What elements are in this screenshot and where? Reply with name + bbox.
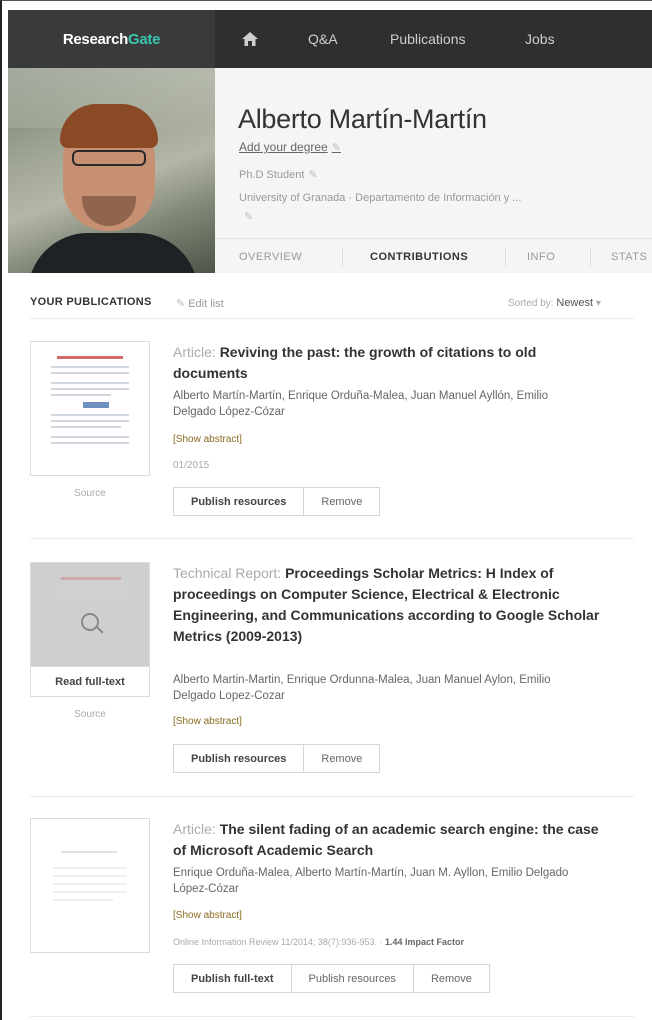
nav-home[interactable] bbox=[242, 10, 258, 68]
divider bbox=[30, 538, 634, 539]
tab-info[interactable]: INFO bbox=[527, 239, 555, 274]
sort-value: Newest bbox=[556, 297, 594, 309]
publication-thumbnail[interactable]: Read full-text bbox=[30, 562, 150, 697]
profile-photo[interactable] bbox=[8, 68, 215, 273]
publication-title[interactable]: Article: Reviving the past: the growth o… bbox=[173, 342, 603, 384]
add-degree-link[interactable]: Add your degree ✎ bbox=[239, 140, 341, 154]
publication-title-text: The silent fading of an academic search … bbox=[173, 821, 599, 858]
pencil-icon: ✎ bbox=[176, 298, 186, 310]
logo-text-research: Research bbox=[62, 30, 128, 48]
source-link[interactable]: Source bbox=[30, 488, 150, 499]
publication-authors[interactable]: Alberto Martin-Martin, Enrique Ordunna-M… bbox=[173, 672, 573, 704]
publish-resources-button[interactable]: Publish resources bbox=[173, 487, 305, 516]
divider bbox=[30, 796, 634, 797]
publication-actions: Publish full-text Publish resources Remo… bbox=[173, 964, 490, 993]
remove-button[interactable]: Remove bbox=[304, 744, 381, 773]
role-label: Ph.D Student bbox=[239, 169, 305, 181]
pencil-icon[interactable]: ✎ bbox=[308, 169, 317, 181]
tab-contributions[interactable]: CONTRIBUTIONS bbox=[370, 239, 468, 274]
show-abstract-link[interactable]: [Show abstract] bbox=[173, 434, 242, 445]
publication-type: Article: bbox=[173, 821, 216, 837]
sort-dropdown[interactable]: Sorted by: Newest ▾ bbox=[508, 297, 601, 309]
nav-publications[interactable]: Publications bbox=[390, 10, 466, 68]
publication-authors[interactable]: Enrique Orduña-Malea, Alberto Martín-Mar… bbox=[173, 865, 573, 897]
tab-divider bbox=[505, 247, 506, 266]
top-nav: Research Gate Q&A Publications Jobs bbox=[8, 10, 652, 68]
profile-name: Alberto Martín-Martín bbox=[238, 104, 487, 134]
publication-title[interactable]: Technical Report: Proceedings Scholar Me… bbox=[173, 563, 603, 647]
pencil-icon[interactable]: ✎ bbox=[244, 210, 253, 223]
publication-title[interactable]: Article: The silent fading of an academi… bbox=[173, 819, 603, 861]
add-degree-label: Add your degree bbox=[239, 140, 328, 154]
home-icon bbox=[242, 32, 258, 46]
divider bbox=[30, 318, 634, 319]
publication-title-text: Reviving the past: the growth of citatio… bbox=[173, 344, 537, 381]
publication-actions: Publish resources Remove bbox=[173, 487, 381, 516]
tab-divider bbox=[590, 247, 591, 266]
chevron-down-icon: ▾ bbox=[595, 298, 601, 309]
show-abstract-link[interactable]: [Show abstract] bbox=[173, 910, 242, 921]
nav-jobs[interactable]: Jobs bbox=[525, 10, 555, 68]
profile-header: Alberto Martín-Martín Add your degree ✎ P… bbox=[8, 68, 652, 273]
publication-thumbnail[interactable] bbox=[30, 341, 150, 476]
journal-info: Online Information Review 11/2014; 38(7)… bbox=[173, 937, 383, 947]
publish-fulltext-button[interactable]: Publish full-text bbox=[173, 964, 292, 993]
publication-authors[interactable]: Alberto Martín-Martín, Enrique Orduña-Ma… bbox=[173, 388, 573, 420]
publication-type: Technical Report: bbox=[173, 565, 282, 581]
publish-resources-button[interactable]: Publish resources bbox=[173, 744, 305, 773]
section-title: YOUR PUBLICATIONS bbox=[30, 296, 152, 308]
publication-actions: Publish resources Remove bbox=[173, 744, 381, 773]
publication-date: 01/2015 bbox=[173, 460, 210, 471]
read-fulltext-button[interactable]: Read full-text bbox=[31, 666, 149, 696]
nav-qa[interactable]: Q&A bbox=[308, 10, 338, 68]
researchgate-logo[interactable]: Research Gate bbox=[8, 10, 215, 68]
edit-list-label: Edit list bbox=[188, 298, 224, 310]
sort-label: Sorted by: bbox=[508, 298, 554, 309]
tab-stats[interactable]: STATS bbox=[611, 239, 647, 274]
publication-meta: Online Information Review 11/2014; 38(7)… bbox=[173, 937, 464, 947]
tab-divider bbox=[342, 247, 343, 266]
remove-button[interactable]: Remove bbox=[304, 487, 381, 516]
tab-overview[interactable]: OVERVIEW bbox=[239, 239, 302, 274]
publication-thumbnail[interactable] bbox=[30, 818, 150, 953]
show-abstract-link[interactable]: [Show abstract] bbox=[173, 716, 242, 727]
pencil-icon[interactable]: ✎ bbox=[332, 142, 341, 154]
divider bbox=[30, 1016, 634, 1017]
edit-list-link[interactable]: ✎ Edit list bbox=[176, 297, 224, 310]
impact-factor: 1.44 Impact Factor bbox=[384, 937, 464, 947]
profile-role[interactable]: Ph.D Student ✎ bbox=[239, 168, 318, 181]
remove-button[interactable]: Remove bbox=[413, 964, 490, 993]
profile-affiliation[interactable]: University of Granada · Departamento de … bbox=[239, 192, 521, 204]
profile-tabs: OVERVIEW CONTRIBUTIONS INFO STATS bbox=[215, 238, 652, 273]
source-link[interactable]: Source bbox=[30, 709, 150, 720]
publish-resources-button[interactable]: Publish resources bbox=[291, 964, 414, 993]
publication-type: Article: bbox=[173, 344, 216, 360]
logo-text-gate: Gate bbox=[128, 30, 161, 48]
